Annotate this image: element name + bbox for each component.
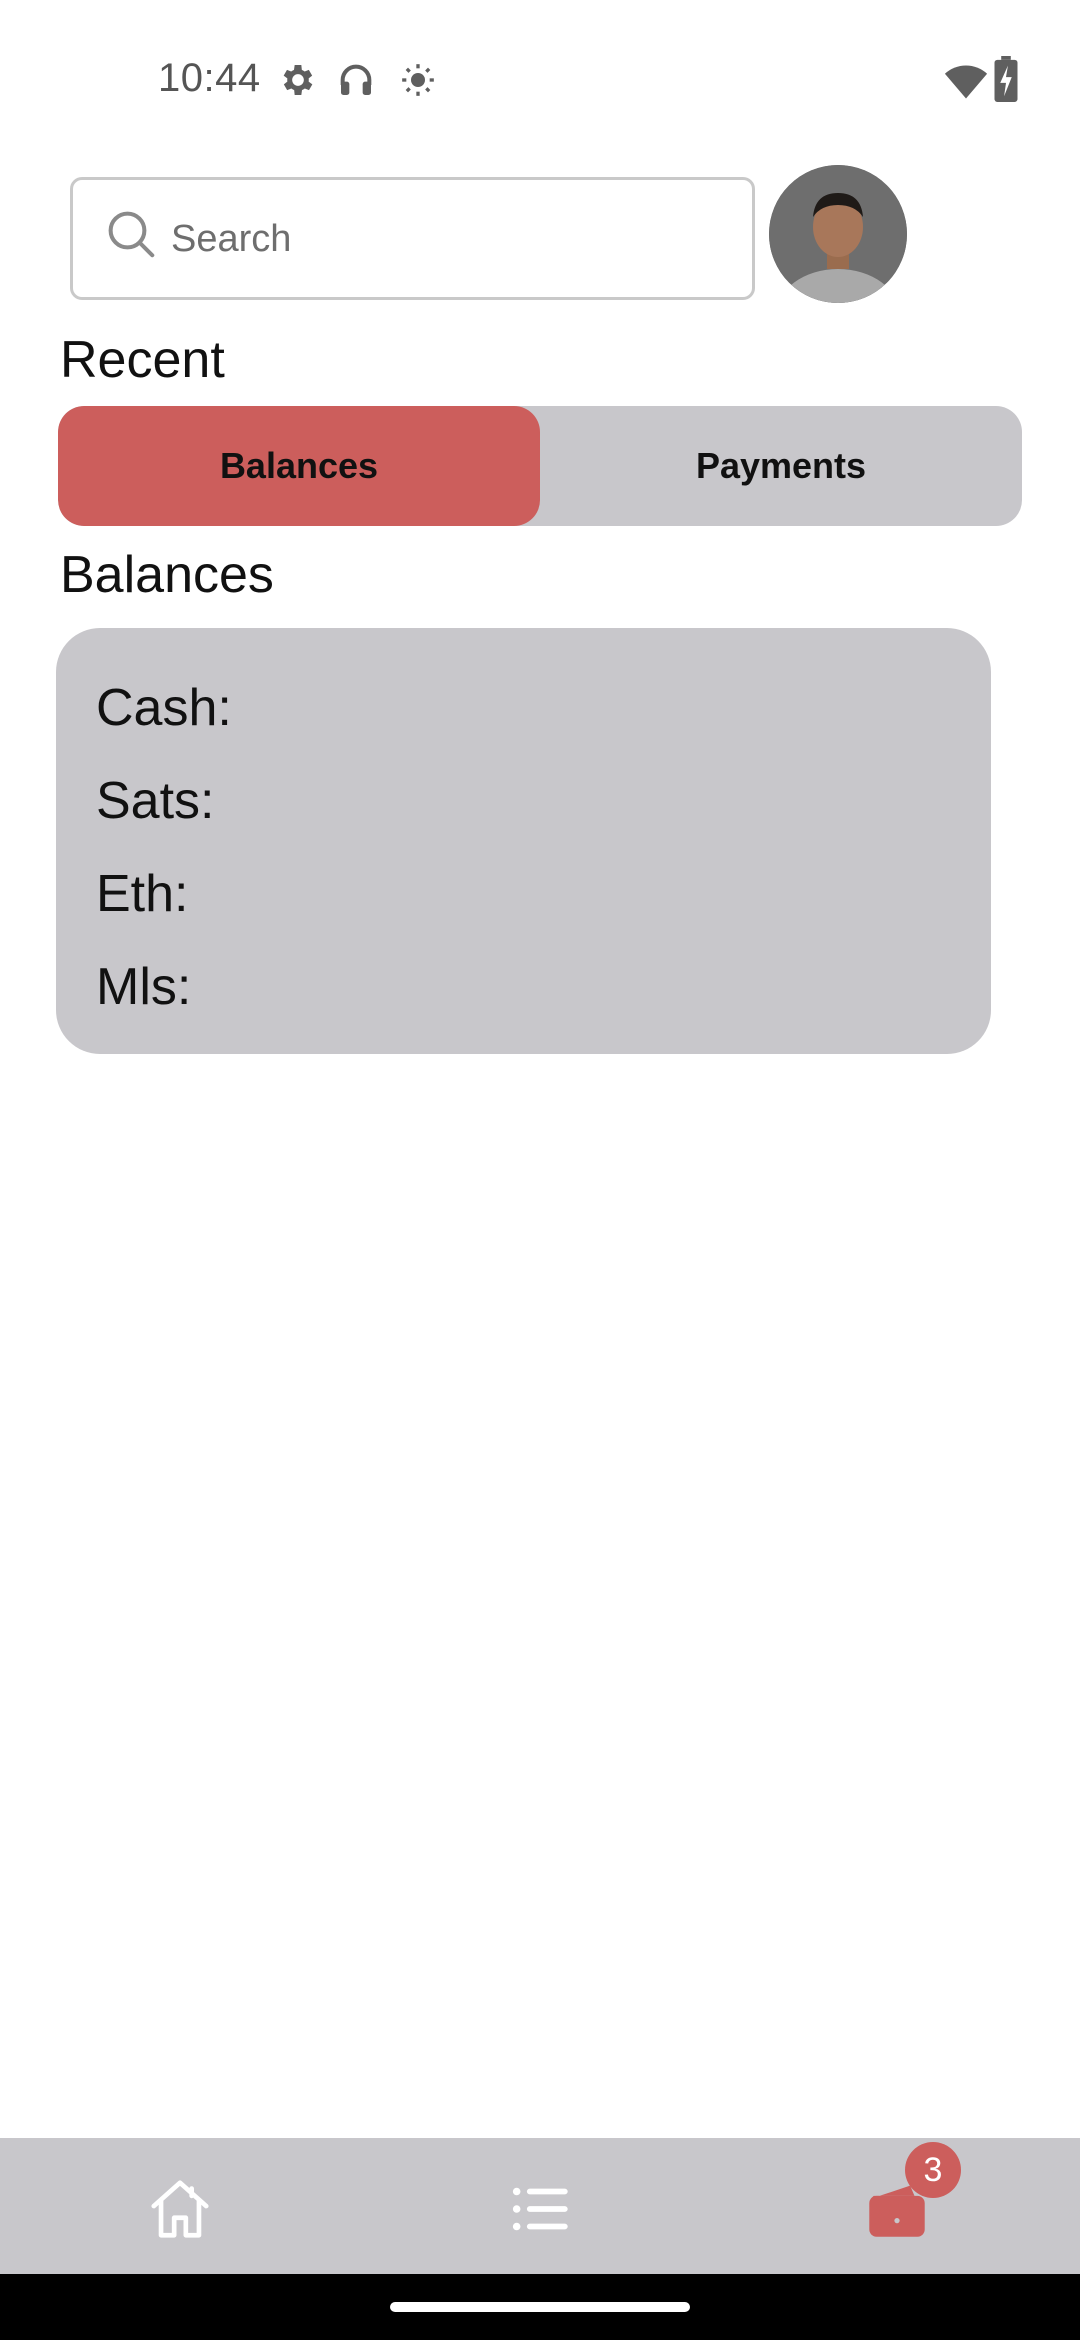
home-gesture-handle[interactable] (390, 2302, 690, 2312)
status-bar: 10:44 (0, 0, 1080, 140)
home-icon[interactable] (145, 2174, 215, 2244)
status-time: 10:44 (158, 56, 261, 100)
balance-eth-label: Eth: (96, 865, 189, 923)
notification-badge: 3 (905, 2142, 961, 2198)
brightness-icon (402, 64, 434, 96)
system-gesture-bar (0, 2274, 1080, 2340)
search-placeholder: Search (171, 218, 292, 260)
tab-balances[interactable]: Balances (58, 406, 540, 526)
recent-segmented-control: Balances Payments (58, 406, 1022, 526)
balance-sats-label: Sats: (96, 772, 215, 830)
app-screen: 10:44 Search Recent Balances Payments Ba… (0, 0, 1080, 2340)
wifi-icon (944, 65, 988, 99)
search-icon (108, 211, 155, 258)
balance-mls-label: Mls: (96, 958, 192, 1016)
search-input[interactable]: Search (70, 177, 755, 300)
balance-cash-label: Cash: (96, 679, 232, 737)
gear-icon (283, 65, 313, 95)
section-title-recent: Recent (60, 331, 225, 389)
balances-card: Cash: Sats: Eth: Mls: (56, 628, 991, 1054)
avatar[interactable] (769, 165, 907, 303)
list-icon[interactable] (505, 2174, 575, 2244)
headphones-icon (340, 64, 372, 95)
section-title-balances: Balances (60, 546, 274, 604)
tab-payments[interactable]: Payments (540, 406, 1022, 526)
user-avatar-image (769, 165, 907, 303)
battery-charging-icon (994, 56, 1018, 102)
